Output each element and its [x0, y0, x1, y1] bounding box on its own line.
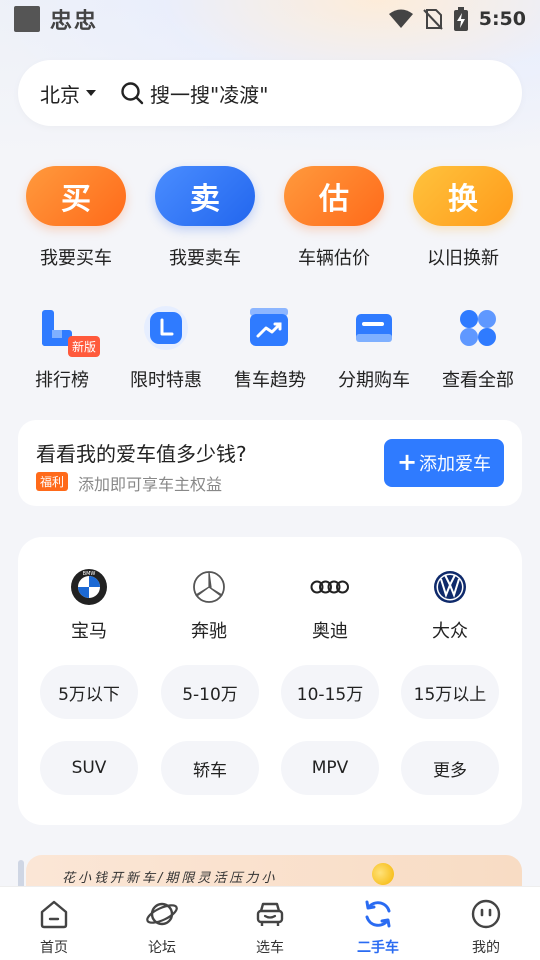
search-bar[interactable]: 北京 搜一搜"凌渡" — [18, 60, 522, 126]
benefit-tag: 福利 — [36, 472, 69, 491]
quick-filter-card: BMW 宝马 奔驰 奥迪 大众 5万以下 5-10万 10-15万 15万以上 … — [18, 537, 522, 825]
trade-in-button[interactable]: 换 以旧换新 — [398, 166, 528, 270]
wifi-icon — [388, 9, 413, 28]
view-all-label: 查看全部 — [442, 370, 514, 391]
buy-badge: 买 — [26, 166, 126, 226]
bmw-logo-icon: BMW — [69, 567, 109, 607]
view-all-button[interactable]: 查看全部 — [426, 300, 530, 392]
sell-car-button[interactable]: 卖 我要卖车 — [140, 166, 270, 270]
promo-banner-text: 花小钱开新车/期限灵活压力小 — [62, 871, 278, 886]
brand-mercedes-label: 奔驰 — [191, 621, 227, 642]
app-screen: 忠忠 5:50 北京 搜一搜"凌渡" 买 我要买车 卖 我要卖车 估 车辆估价 … — [0, 0, 540, 960]
bottom-navigation: 首页 论坛 选车 二手车 我的 — [0, 886, 540, 960]
nav-home-label: 首页 — [40, 940, 68, 956]
brand-bmw[interactable]: BMW 宝马 — [49, 567, 129, 643]
type-filter-suv[interactable]: SUV — [40, 741, 138, 795]
nav-select-car[interactable]: 选车 — [216, 887, 324, 960]
notification-icon — [14, 6, 40, 32]
primary-actions: 买 我要买车 卖 我要卖车 估 车辆估价 换 以旧换新 — [0, 166, 540, 276]
svg-text:BMW: BMW — [83, 571, 96, 577]
caret-down-icon[interactable] — [86, 90, 96, 96]
nav-mine[interactable]: 我的 — [432, 887, 540, 960]
volkswagen-logo-icon — [430, 567, 470, 607]
timer-icon — [142, 304, 190, 352]
mercedes-logo-icon — [189, 567, 229, 607]
nav-forum-label: 论坛 — [148, 940, 176, 956]
status-app-label: 忠忠 — [50, 9, 99, 34]
trade-in-label: 以旧换新 — [427, 248, 499, 269]
nav-used-car[interactable]: 二手车 — [324, 887, 432, 960]
status-indicators: 5:50 — [388, 7, 526, 31]
nav-select-car-label: 选车 — [256, 940, 284, 956]
type-filter-sedan[interactable]: 轿车 — [161, 741, 259, 795]
car-value-title: 看看我的爱车值多少钱? — [36, 442, 247, 466]
nav-home[interactable]: 首页 — [0, 887, 108, 960]
car-value-card[interactable]: 看看我的爱车值多少钱? 福利 添加即可享车主权益 + 添加爱车 — [18, 420, 522, 506]
add-car-button[interactable]: + 添加爱车 — [384, 439, 504, 487]
nav-used-car-label: 二手车 — [357, 940, 399, 956]
limited-offer-label: 限时特惠 — [130, 370, 202, 391]
installment-label: 分期购车 — [338, 370, 410, 391]
ranking-icon: 新版 — [38, 304, 101, 357]
sales-trend-button[interactable]: 售车趋势 — [218, 300, 322, 392]
face-icon — [471, 899, 501, 929]
type-filter-mpv[interactable]: MPV — [281, 741, 379, 795]
car-value-subtitle: 添加即可享车主权益 — [78, 475, 223, 494]
planet-icon — [146, 902, 178, 926]
valuation-badge: 估 — [284, 166, 384, 226]
brand-audi[interactable]: 奥迪 — [290, 567, 370, 643]
ranking-label: 排行榜 — [35, 370, 89, 391]
limited-offer-button[interactable]: 限时特惠 — [114, 300, 218, 392]
new-version-badge: 新版 — [68, 336, 101, 357]
home-icon — [40, 900, 68, 929]
battery-charging-icon — [453, 7, 468, 31]
card-icon — [350, 304, 398, 352]
buy-car-button[interactable]: 买 我要买车 — [11, 166, 141, 270]
price-filter-10-15w[interactable]: 10-15万 — [281, 665, 379, 719]
valuation-button[interactable]: 估 车辆估价 — [269, 166, 399, 270]
nav-mine-label: 我的 — [472, 940, 500, 956]
ranking-button[interactable]: 新版 排行榜 — [10, 300, 114, 392]
sales-trend-label: 售车趋势 — [234, 370, 306, 391]
brand-mercedes[interactable]: 奔驰 — [169, 567, 249, 643]
price-filter-5-10w[interactable]: 5-10万 — [161, 665, 259, 719]
status-bar: 忠忠 5:50 — [0, 0, 540, 38]
no-sim-icon — [423, 9, 443, 30]
plus-icon: + — [396, 448, 418, 476]
coin-icon — [368, 859, 398, 889]
city-selector[interactable]: 北京 — [40, 79, 80, 108]
nav-forum[interactable]: 论坛 — [108, 887, 216, 960]
type-filter-more[interactable]: 更多 — [401, 741, 499, 795]
trade-in-badge: 换 — [413, 166, 513, 226]
audi-logo-icon — [310, 567, 350, 607]
brand-audi-label: 奥迪 — [312, 621, 348, 642]
buy-car-label: 我要买车 — [40, 248, 112, 269]
car-front-icon — [256, 902, 284, 926]
sell-badge: 卖 — [155, 166, 255, 226]
refresh-icon — [365, 900, 391, 928]
valuation-label: 车辆估价 — [298, 248, 370, 269]
installment-button[interactable]: 分期购车 — [322, 300, 426, 392]
sell-car-label: 我要卖车 — [169, 248, 241, 269]
search-input[interactable]: 搜一搜"凌渡" — [150, 79, 268, 108]
grid-icon — [454, 304, 502, 352]
brand-bmw-label: 宝马 — [71, 621, 107, 642]
search-icon — [121, 82, 144, 105]
brand-volkswagen-label: 大众 — [432, 621, 468, 642]
secondary-actions: 新版 排行榜 限时特惠 售车趋势 分期购车 查看全部 — [0, 300, 540, 400]
price-filter-over-15w[interactable]: 15万以上 — [401, 665, 499, 719]
brand-volkswagen[interactable]: 大众 — [410, 567, 490, 643]
add-car-label: 添加爱车 — [419, 454, 492, 475]
price-filter-under-5w[interactable]: 5万以下 — [40, 665, 138, 719]
status-time: 5:50 — [478, 8, 526, 30]
trend-chart-icon — [246, 304, 294, 352]
